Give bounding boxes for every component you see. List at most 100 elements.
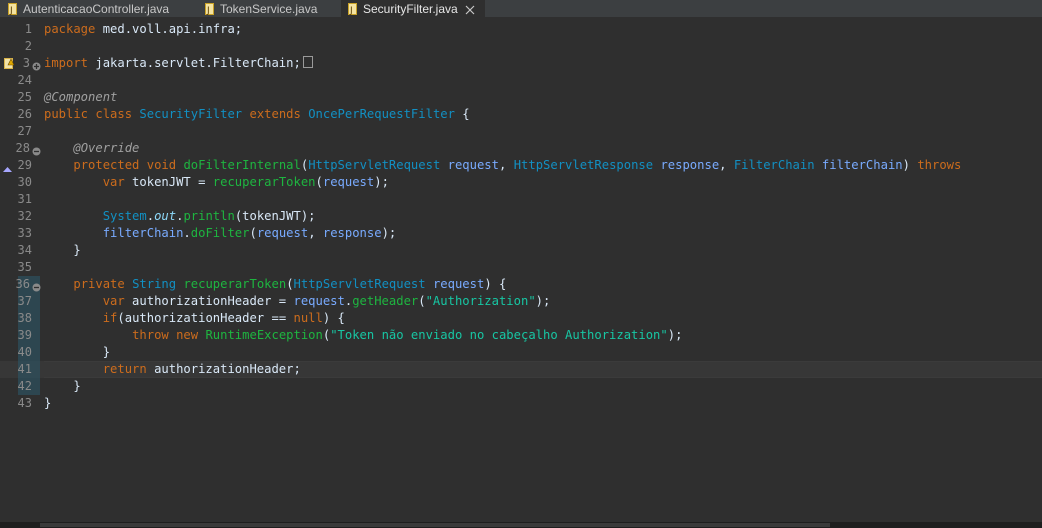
tab-label: TokenService.java [220,1,318,16]
code-token: @Override [73,141,140,155]
code-token: filterChain [821,158,903,172]
code-token: ) [902,158,918,172]
code-text: return authorizationHeader; [44,361,301,378]
code-token: FilterChain [733,158,815,172]
line-number: 2 [24,39,32,53]
line-number: 25 [17,90,32,104]
tab-label: AutenticacaoController.java [23,1,170,16]
java-file-icon: J [7,2,18,16]
code-line[interactable]: 36 private String recuperarToken(HttpSer… [0,276,1042,293]
code-token: } [44,243,81,257]
code-text: } [44,242,81,259]
code-token: request [432,277,485,291]
fold-plus-icon[interactable] [32,58,42,71]
code-line[interactable]: 39 throw new RuntimeException("Token não… [0,327,1042,344]
collapsed-imports-box[interactable] [302,56,313,68]
code-text: } [44,378,80,395]
code-line[interactable]: 35 [0,259,1042,276]
line-number: 42 [17,379,32,393]
line-number: 3 [22,56,30,70]
code-line[interactable]: 32 System.out.println(tokenJWT); [0,208,1042,225]
code-line[interactable]: 34 } [0,242,1042,259]
code-token: @Component [44,90,118,104]
code-token: recuperarToken [183,277,287,291]
code-token: extends [249,107,301,121]
code-line[interactable]: 33 filterChain.doFilter(request, respons… [0,225,1042,242]
code-line[interactable]: 27 [0,123,1042,140]
svg-text:J: J [349,6,353,15]
line-number: 32 [17,209,32,223]
code-line[interactable]: 24 [0,72,1042,89]
code-text: private String recuperarToken(HttpServle… [44,276,506,293]
line-number: 30 [17,175,32,189]
code-line[interactable]: 25 @Component [0,89,1042,106]
code-token: if [102,311,118,325]
code-text: } [44,344,110,361]
code-line[interactable]: 38 if(authorizationHeader == null) { [0,310,1042,327]
line-number: 34 [17,243,32,257]
fold-minus-icon[interactable] [32,143,42,156]
code-token: med.voll.api.infra; [95,22,243,36]
code-token: recuperarToken [212,175,316,189]
code-line[interactable]: 40 } [0,344,1042,361]
code-token: response [660,158,720,172]
tab-token-service[interactable]: J TokenService.java [204,0,317,17]
code-token: request [293,294,345,308]
code-line[interactable]: 1 package med.voll.api.infra; [0,21,1042,38]
code-line[interactable]: 37 var authorizationHeader = request.get… [0,293,1042,310]
code-token: HttpServletResponse [513,158,654,172]
code-token: System [102,209,147,223]
code-token: tokenJWT = [124,175,213,189]
code-line[interactable]: 42 } [0,378,1042,395]
code-line[interactable]: 30 var tokenJWT = recuperarToken(request… [0,174,1042,191]
code-token: class [95,107,133,121]
close-icon[interactable] [465,4,475,14]
java-file-icon: J [204,2,215,16]
code-token: jakarta.servlet.FilterChain; [88,56,301,70]
tab-security-filter[interactable]: J SecurityFilter.java [341,0,485,17]
code-token: out [154,209,177,223]
editor-tab-bar: J AutenticacaoController.java J TokenSer… [0,0,1042,17]
code-line[interactable]: 26 public class SecurityFilter extends On… [0,106,1042,123]
code-line[interactable]: 31 [0,191,1042,208]
scrollbar-thumb[interactable] [40,523,830,527]
horizontal-scrollbar[interactable] [0,522,1042,528]
line-number: 1 [24,22,32,36]
code-editor[interactable]: 1 package med.voll.api.infra; 2 3 import jak… [0,17,1042,522]
fold-minus-icon[interactable] [32,279,42,292]
code-token: { [454,107,470,121]
code-token: doFilter [190,226,250,240]
code-text: @Override [44,140,139,157]
line-number: 31 [17,192,32,206]
code-token: ); [535,294,551,308]
code-token: ); [667,328,683,342]
code-token: doFilterInternal [183,158,301,172]
code-token: (authorizationHeader == [117,311,294,325]
code-line[interactable]: 43} [0,395,1042,412]
code-token: public [44,107,89,121]
line-number: 35 [17,260,32,274]
line-number: 28 [15,141,30,155]
code-token: ( [315,175,323,189]
code-line[interactable]: 2 [0,38,1042,55]
code-token: OncePerRequestFilter [308,107,455,121]
code-text: package med.voll.api.infra; [44,21,242,38]
code-line[interactable]: 3 import jakarta.servlet.FilterChain; [0,55,1042,72]
tab-autenticacao-controller[interactable]: J AutenticacaoController.java [7,0,169,17]
code-line[interactable]: 28 @Override [0,140,1042,157]
line-number: 43 [17,396,32,410]
line-number: 24 [17,73,32,87]
code-token: ); [374,175,389,189]
code-line[interactable]: 41 return authorizationHeader; [0,361,1042,378]
line-number: 26 [17,107,32,121]
code-line[interactable]: 29 protected void doFilterInternal(HttpS… [0,157,1042,174]
code-token: private [73,277,125,291]
code-token: . [146,209,155,223]
